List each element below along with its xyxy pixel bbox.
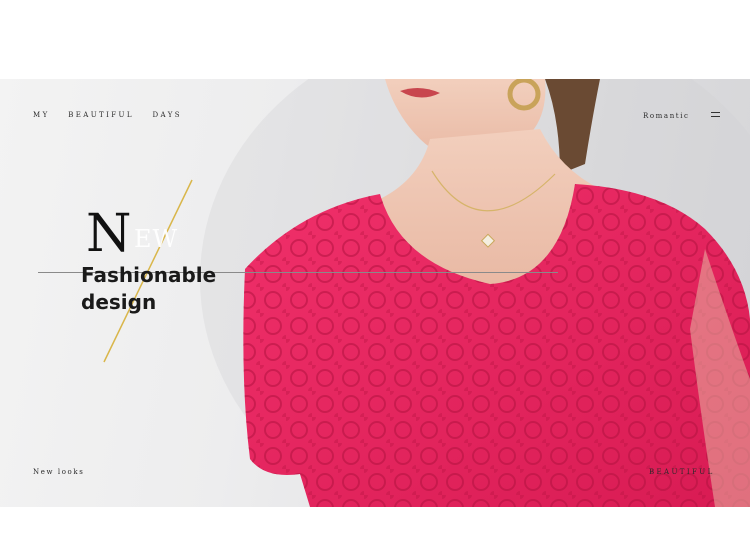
header-left-nav: MY BEAUTIFUL DAYS: [33, 111, 196, 119]
nav-item-my[interactable]: MY: [33, 111, 50, 119]
page: MY BEAUTIFUL DAYS Romantic N EW Fashiona…: [0, 0, 750, 536]
tagline-line-1: Fashionable: [81, 263, 217, 287]
tagline: Fashionable design: [81, 262, 251, 316]
headline-initial: N: [86, 204, 132, 264]
header-right-label[interactable]: Romantic: [643, 112, 690, 120]
nav-item-days[interactable]: DAYS: [153, 111, 182, 119]
footer-left-label[interactable]: New looks: [33, 468, 84, 476]
tagline-line-2: design: [81, 290, 157, 314]
hero-banner: MY BEAUTIFUL DAYS Romantic N EW Fashiona…: [0, 79, 750, 507]
hamburger-menu-icon[interactable]: [711, 112, 720, 118]
footer-right-label[interactable]: BEAUTIFUL: [649, 468, 715, 476]
nav-item-beautiful[interactable]: BEAUTIFUL: [68, 111, 134, 119]
headline-rest: EW: [134, 225, 179, 253]
